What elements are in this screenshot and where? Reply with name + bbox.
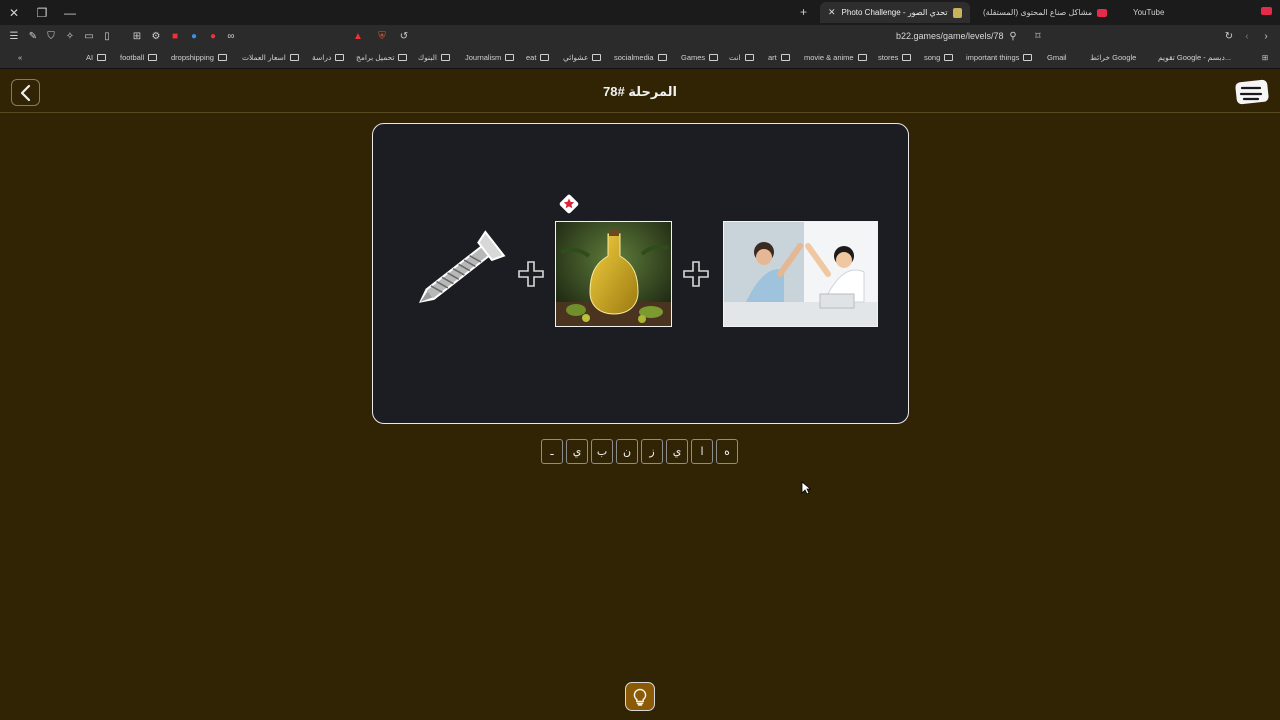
bookmark-folder[interactable]: انت (729, 53, 754, 62)
apps-grid-icon[interactable]: ⊞ (1262, 53, 1268, 62)
browser-tab-bar: ✕ ❐ — + ✕ Photo Challenge - تحدي الصور م… (0, 0, 1280, 25)
blue-extension-icon[interactable]: ● (188, 31, 200, 43)
forward-nav-icon[interactable]: › (1260, 31, 1272, 43)
reload-small-icon[interactable]: ↺ (398, 31, 410, 43)
bookmark-gmail[interactable]: Gmail (1047, 53, 1067, 62)
settings-icon[interactable]: ⚙ (150, 31, 162, 43)
reload-icon[interactable]: ↻ (1223, 31, 1235, 43)
bookmark-folder[interactable]: Games (681, 53, 719, 62)
youtube-favicon-icon (1097, 8, 1107, 17)
restore-window-icon[interactable]: ❐ (28, 0, 56, 25)
site-settings-icon[interactable]: ⚲ (1007, 31, 1019, 43)
screw-image (418, 230, 506, 303)
bookmark-folder[interactable]: art (768, 53, 790, 62)
bookmark-folder[interactable]: تحميل برامج (356, 53, 408, 62)
bookmark-folder[interactable]: important things (966, 53, 1033, 62)
high-five-image (723, 221, 878, 327)
tab-title: مشاكل صناع المحتوى (المستقلة) (983, 8, 1093, 17)
answer-slot[interactable]: ي (666, 439, 688, 464)
bookmark-folder[interactable]: البنوك (418, 53, 450, 62)
answer-slot[interactable]: ز (641, 439, 663, 464)
bookmark-folder[interactable]: AI (86, 53, 107, 62)
game-header: المرحلة #78 (0, 70, 1280, 113)
answer-slot[interactable]: ي (566, 439, 588, 464)
bookmark-icon[interactable]: ⌑ (1032, 31, 1044, 43)
youtube-icon[interactable] (1261, 7, 1272, 15)
bookmark-folder[interactable]: دراسة (312, 53, 345, 62)
plus-icon (683, 261, 709, 287)
address-bar-url[interactable]: b22.games/game/levels/78 (896, 31, 1004, 41)
menu-icon[interactable]: ☰ (8, 31, 20, 43)
game-logo (1235, 79, 1269, 105)
answer-slot[interactable]: ه (716, 439, 738, 464)
sidebar-icon[interactable]: ▯ (101, 31, 113, 43)
tab-photo-challenge[interactable]: ✕ Photo Challenge - تحدي الصور (820, 2, 970, 23)
hint-button[interactable] (625, 682, 655, 711)
tab-youtube[interactable]: YouTube (1125, 2, 1185, 23)
bookmarks-overflow-icon[interactable]: « (18, 53, 22, 62)
back-nav-icon[interactable]: ‹ (1241, 31, 1253, 43)
bookmark-folder[interactable]: dropshipping (171, 53, 227, 62)
star-badge-icon[interactable] (555, 190, 583, 218)
level-title: المرحلة #78 (602, 84, 677, 99)
bookmark-folder[interactable]: football (120, 53, 158, 62)
bookmark-folder[interactable]: song (924, 53, 954, 62)
tab-title: Photo Challenge - تحدي الصور (841, 8, 948, 17)
puzzle-card (372, 123, 909, 424)
tab-close-icon[interactable]: ✕ (828, 7, 836, 18)
bookmark-folder[interactable]: عشوائي (563, 53, 602, 62)
answer-slot[interactable]: ا (691, 439, 713, 464)
adblock-icon[interactable]: ● (207, 31, 219, 43)
bookmark-folder[interactable]: اسعار العملات (242, 53, 299, 62)
answer-slot[interactable]: ن (616, 439, 638, 464)
new-tab-button[interactable]: + (800, 5, 807, 19)
close-window-icon[interactable]: ✕ (0, 0, 28, 25)
red-extension-icon[interactable]: ■ (169, 31, 181, 43)
glasses-icon[interactable]: ∞ (225, 31, 237, 43)
translate-icon[interactable]: ⊞ (131, 31, 143, 43)
bookmark-folder[interactable]: movie & anime (804, 53, 867, 62)
window-icon[interactable]: ▭ (83, 31, 95, 43)
plus-icon (518, 261, 544, 287)
site-favicon-icon (953, 7, 962, 18)
answer-slots: ـ ي ب ن ز ي ا ه (541, 439, 738, 464)
tab-title: YouTube (1133, 8, 1165, 17)
tab-youtube-video[interactable]: مشاكل صناع المحتوى (المستقلة) (975, 2, 1120, 23)
olive-oil-image (555, 221, 672, 327)
extension-icon[interactable]: ✧ (64, 31, 76, 43)
lightbulb-icon (633, 688, 647, 706)
brave-rewards-icon[interactable]: ▲ (352, 31, 364, 43)
shield-icon[interactable]: ⛉ (45, 31, 57, 43)
mouse-cursor-icon (801, 481, 811, 495)
bookmark-google-calendar[interactable]: تقويم Google - دبسم... (1158, 53, 1231, 62)
bookmark-folder[interactable]: socialmedia (614, 53, 667, 62)
bookmark-folder[interactable]: eat (526, 53, 550, 62)
tools-icon[interactable]: ✎ (27, 31, 39, 43)
answer-slot[interactable]: ب (591, 439, 613, 464)
browser-toolbar: ☰ ✎ ⛉ ✧ ▭ ▯ ⊞ ⚙ ■ ● ● ∞ ▲ ⛨ ↺ b22.games/… (0, 25, 1280, 49)
bookmark-google-maps[interactable]: خرائط Google (1090, 53, 1136, 62)
brave-shield-icon[interactable]: ⛨ (376, 31, 388, 43)
bookmark-folder[interactable]: stores (878, 53, 912, 62)
bookmarks-bar: « AI football dropshipping اسعار العملات… (0, 49, 1280, 69)
answer-slot[interactable]: ـ (541, 439, 563, 464)
minimize-window-icon[interactable]: — (56, 0, 84, 25)
bookmark-folder[interactable]: Journalism (465, 53, 515, 62)
